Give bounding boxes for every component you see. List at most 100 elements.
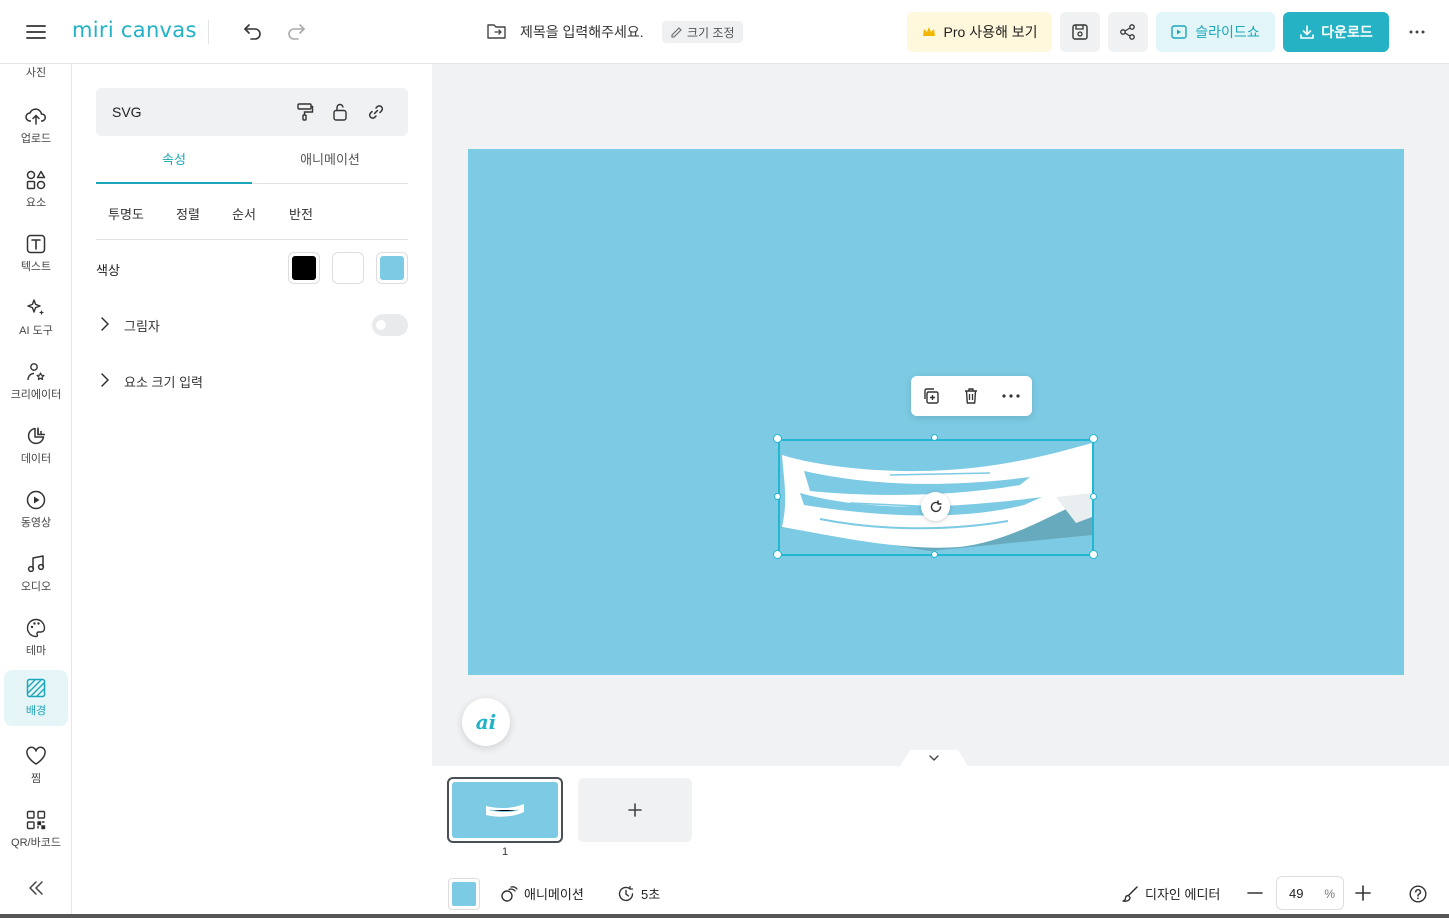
lock-icon[interactable]: [328, 100, 352, 124]
sidebar-item-favorites[interactable]: 찜: [4, 738, 68, 794]
page-strip: 1: [432, 766, 1449, 866]
left-sidebar: 사진 업로드 요소 텍스트 AI 도구 크리에이터 데이터 동영상 오디오 테마…: [0, 64, 72, 914]
sidebar-item-label: 동영상: [20, 517, 52, 529]
document-title[interactable]: 제목을 입력해주세요.: [486, 18, 644, 46]
duration-button[interactable]: 5초: [617, 884, 660, 903]
menu-icon[interactable]: [20, 16, 52, 48]
subtab-flip[interactable]: 반전: [289, 204, 313, 223]
slideshow-button[interactable]: 슬라이드쇼: [1156, 12, 1275, 52]
color-swatch-blue[interactable]: [376, 252, 408, 284]
ai-assistant-button[interactable]: ai: [462, 698, 510, 746]
rotate-handle-icon[interactable]: [921, 492, 950, 521]
size-input-section[interactable]: 요소 크기 입력: [96, 369, 408, 393]
thumbnail-brush-graphic: [486, 804, 524, 817]
sidebar-item-audio[interactable]: 오디오: [4, 546, 68, 602]
tab-properties[interactable]: 속성: [96, 148, 252, 184]
sparkle-icon: [27, 299, 44, 315]
sidebar-item-qr[interactable]: QR/바코드: [4, 802, 68, 858]
share-button[interactable]: [1108, 12, 1148, 52]
page-number: 1: [502, 846, 509, 858]
design-canvas[interactable]: [468, 149, 1404, 675]
animation-button[interactable]: 애니메이션: [500, 884, 584, 903]
top-bar: miri canvas 제목을 입력해주세요. 크기 조정 Pro 사용해 보기…: [0, 0, 1449, 64]
sidebar-item-photos-label[interactable]: 사진: [0, 64, 72, 80]
design-editor-label: 디자인 에디터: [1145, 887, 1221, 902]
collapse-pages-tab[interactable]: [900, 750, 968, 766]
heart-icon: [26, 746, 46, 765]
subtab-align[interactable]: 정렬: [176, 204, 200, 223]
properties-panel: SVG 속성 애니메이션 투명도 정렬 순서 반전 색상 그림자 요소 크기 입…: [72, 64, 432, 914]
app-logo[interactable]: miri canvas: [72, 18, 197, 42]
collapse-sidebar-icon[interactable]: [22, 874, 50, 902]
resize-handle-sw[interactable]: [773, 550, 782, 559]
sidebar-item-label: 업로드: [20, 133, 52, 145]
sidebar-item-ai-tools[interactable]: AI 도구: [4, 290, 68, 346]
resize-handle-e[interactable]: [1090, 493, 1097, 500]
resize-handle-ne[interactable]: [1089, 434, 1098, 443]
background-color-swatch[interactable]: [448, 878, 480, 910]
color-section: 색상: [96, 252, 408, 286]
animation-icon: [501, 885, 518, 902]
subtab-opacity[interactable]: 투명도: [108, 204, 144, 223]
folder-move-icon[interactable]: [486, 22, 508, 43]
resize-handle-n[interactable]: [931, 434, 938, 441]
sidebar-item-elements[interactable]: 요소: [4, 162, 68, 218]
sidebar-item-label: 테마: [25, 645, 47, 657]
sidebar-item-background[interactable]: 배경: [4, 670, 68, 726]
element-type-label: SVG: [112, 104, 142, 120]
link-icon[interactable]: [364, 100, 388, 124]
format-painter-icon[interactable]: [293, 100, 317, 124]
sidebar-item-data[interactable]: 데이터: [4, 418, 68, 474]
pro-trial-label: Pro 사용해 보기: [943, 24, 1038, 40]
add-page-button[interactable]: [578, 778, 692, 842]
pro-trial-button[interactable]: Pro 사용해 보기: [907, 12, 1052, 52]
elements-icon: [26, 170, 46, 190]
zoom-unit: %: [1324, 887, 1335, 901]
panel-tabs: 속성 애니메이션: [96, 148, 408, 184]
document-title-text[interactable]: 제목을 입력해주세요.: [520, 22, 644, 42]
resize-label: 크기 조정: [687, 25, 735, 40]
zoom-out-icon[interactable]: [1244, 885, 1266, 901]
duplicate-icon[interactable]: [919, 384, 943, 408]
play-icon: [26, 490, 46, 510]
zoom-value[interactable]: 49: [1289, 886, 1303, 901]
delete-icon[interactable]: [959, 384, 983, 408]
more-options-icon[interactable]: [999, 384, 1023, 408]
zoom-input[interactable]: 49 %: [1276, 876, 1344, 910]
sidebar-item-label: 오디오: [20, 581, 52, 593]
page-thumbnail[interactable]: [447, 777, 563, 843]
color-swatch-black[interactable]: [288, 252, 320, 284]
shadow-label: 그림자: [124, 319, 160, 334]
design-editor-button[interactable]: 디자인 에디터: [1121, 884, 1220, 903]
sidebar-item-video[interactable]: 동영상: [4, 482, 68, 538]
download-button[interactable]: 다운로드: [1283, 12, 1389, 52]
undo-icon[interactable]: [238, 16, 268, 46]
slideshow-label: 슬라이드쇼: [1195, 24, 1260, 40]
save-button[interactable]: [1060, 12, 1100, 52]
shadow-toggle[interactable]: [372, 314, 408, 336]
download-icon: [1300, 25, 1315, 39]
shadow-section[interactable]: 그림자: [96, 313, 408, 337]
resize-handle-se[interactable]: [1089, 550, 1098, 559]
sidebar-item-label: 배경: [25, 705, 47, 717]
color-swatch-white[interactable]: [332, 252, 364, 284]
sidebar-item-label: 찜: [30, 773, 42, 785]
resize-handle-w[interactable]: [774, 493, 781, 500]
subtab-order[interactable]: 순서: [232, 204, 256, 223]
zoom-in-icon[interactable]: [1352, 883, 1374, 903]
music-icon: [27, 555, 45, 573]
help-icon[interactable]: [1407, 883, 1429, 905]
redo-icon[interactable]: [281, 16, 311, 46]
resize-handle-s[interactable]: [931, 551, 938, 558]
sidebar-item-text[interactable]: 텍스트: [4, 226, 68, 282]
tab-animation[interactable]: 애니메이션: [252, 148, 408, 184]
resize-button[interactable]: 크기 조정: [662, 21, 743, 43]
sidebar-item-label: AI 도구: [19, 325, 53, 337]
resize-handle-nw[interactable]: [773, 434, 782, 443]
more-options-icon[interactable]: [1403, 18, 1431, 46]
sidebar-item-creator[interactable]: 크리에이터: [4, 354, 68, 410]
header-divider: [208, 20, 209, 44]
play-screen-icon: [1171, 25, 1187, 39]
sidebar-item-upload[interactable]: 업로드: [4, 98, 68, 154]
sidebar-item-theme[interactable]: 테마: [4, 610, 68, 666]
